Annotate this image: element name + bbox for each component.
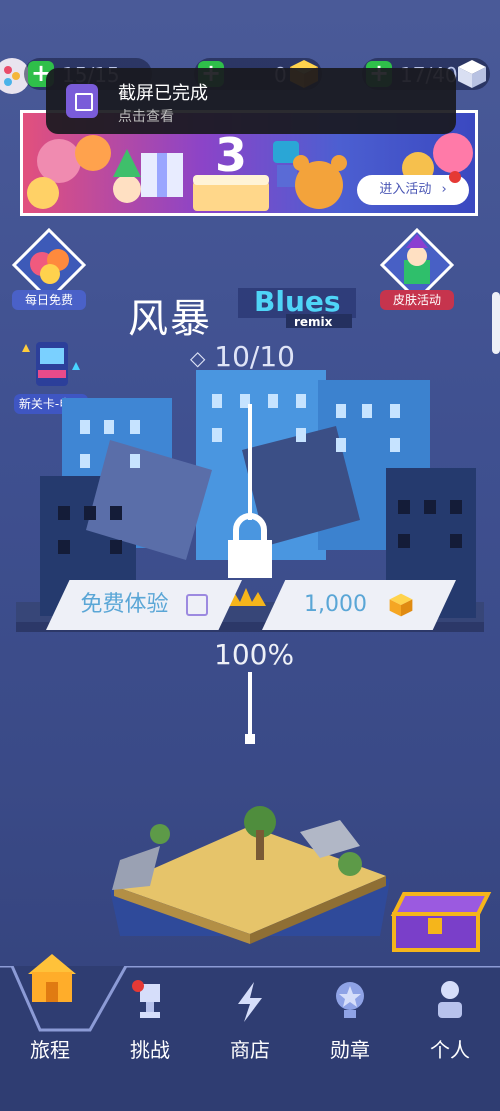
person-icon	[438, 981, 462, 1018]
tab-challenge[interactable]: 挑战	[110, 1034, 190, 1063]
gem-counter: ◇ 10/10	[190, 340, 295, 373]
side-scroll-handle[interactable]	[492, 292, 500, 354]
svg-text:Blues: Blues	[254, 285, 341, 318]
free-trial-button[interactable]: 免费体验	[46, 580, 242, 630]
svg-text:3: 3	[215, 128, 247, 182]
white-cube-icon	[458, 60, 486, 88]
tab-journey[interactable]: 旅程	[10, 1034, 90, 1063]
tab-medals-label: 勋章	[330, 1038, 370, 1062]
tab-profile[interactable]: 个人	[410, 1034, 490, 1063]
house-icon	[28, 954, 76, 1002]
path-line	[248, 672, 252, 738]
balloons-icon	[11, 227, 87, 303]
lightning-icon	[238, 982, 262, 1022]
svg-text:remix: remix	[294, 315, 333, 329]
savanna-island[interactable]	[100, 800, 400, 950]
tab-medals[interactable]: 勋章	[310, 1034, 390, 1063]
gem-value: 10/10	[214, 340, 295, 373]
daily-free-label: 每日免费	[12, 290, 86, 310]
enter-event-button[interactable]: 进入活动 ›	[357, 171, 469, 205]
treasure-chest-icon[interactable]	[388, 888, 494, 954]
tab-journey-label: 旅程	[30, 1038, 70, 1062]
screenshot-notification[interactable]: 截屏已完成 点击查看	[46, 68, 456, 134]
notification-dot	[449, 171, 461, 183]
enter-event-label: 进入活动	[379, 182, 432, 197]
gold-cube-icon	[389, 593, 413, 617]
screenshot-icon	[66, 84, 98, 118]
medal-icon	[336, 982, 364, 1018]
skin-event-badge[interactable]: 皮肤活动	[379, 227, 455, 310]
tab-profile-label: 个人	[430, 1038, 470, 1062]
blues-remix-logo: Blues remix	[238, 284, 358, 329]
tab-shop[interactable]: 商店	[210, 1034, 290, 1063]
notification-title: 截屏已完成	[118, 83, 208, 104]
chevron-right-icon: ›	[441, 182, 447, 197]
free-trial-label: 免费体验	[80, 592, 169, 617]
buy-level-button[interactable]: 1,000	[262, 580, 456, 630]
path-node	[245, 734, 255, 744]
trophy-icon	[132, 980, 160, 1018]
price-value: 1,000	[304, 592, 367, 617]
tab-shop-label: 商店	[230, 1038, 270, 1062]
tab-challenge-label: 挑战	[130, 1038, 170, 1062]
diamond-icon: ◇	[190, 346, 206, 370]
jester-icon	[379, 227, 455, 303]
notification-subtitle: 点击查看	[118, 109, 174, 125]
level-progress: 100%	[214, 638, 295, 671]
daily-free-badge[interactable]: 每日免费	[11, 227, 87, 310]
level-title: 风暴	[128, 296, 212, 342]
trial-cube-icon	[185, 594, 208, 616]
skin-event-label: 皮肤活动	[380, 290, 454, 310]
